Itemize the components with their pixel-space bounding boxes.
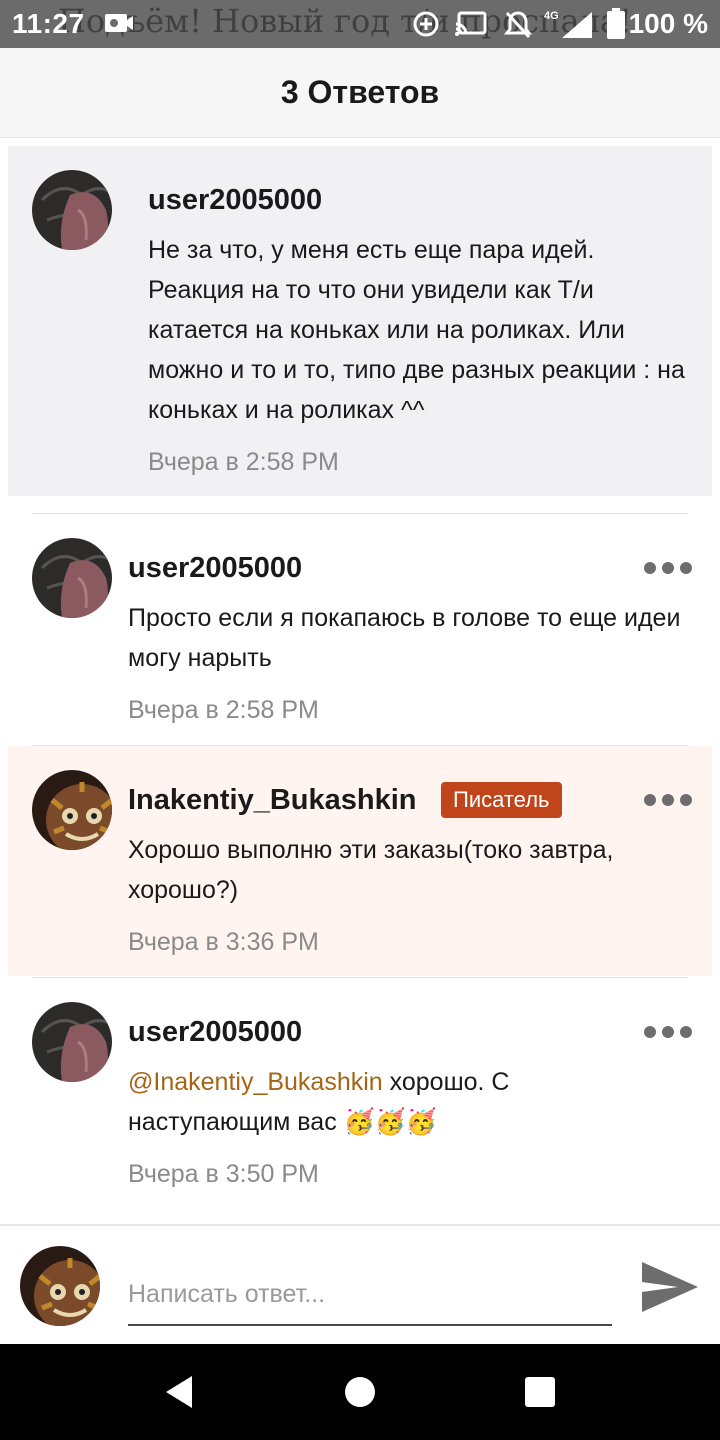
comment-text: @Inakentiy_Bukashkin хорошо. С наступающ…	[128, 1062, 568, 1142]
cast-icon	[455, 11, 487, 36]
video-record-icon	[105, 14, 133, 32]
send-icon[interactable]	[638, 1258, 700, 1316]
recents-icon[interactable]	[520, 1372, 560, 1412]
status-bar: Подъём! Новый год т/и проспала! 11:27 4G…	[0, 0, 720, 48]
signal-icon	[562, 12, 592, 38]
comment-username[interactable]: Inakentiy_Bukashkin	[128, 784, 417, 817]
my-avatar[interactable]	[20, 1246, 100, 1326]
avatar[interactable]	[32, 170, 112, 250]
user-mention-link[interactable]: @Inakentiy_Bukashkin	[128, 1068, 383, 1096]
more-icon[interactable]	[644, 1024, 692, 1040]
author-reply-comment: Inakentiy_Bukashkin Писатель Хорошо выпо…	[8, 746, 712, 976]
replies-header: 3 Ответов	[0, 48, 720, 138]
comment-username[interactable]: user2005000	[128, 1016, 302, 1049]
status-time: 11:27	[12, 8, 85, 39]
reply-bar	[0, 1224, 720, 1344]
reply-comment: user2005000 Просто если я покапаюсь в го…	[8, 514, 712, 744]
more-icon[interactable]	[644, 792, 692, 808]
comment-timestamp: Вчера в 2:58 PM	[128, 696, 319, 724]
writer-badge: Писатель	[441, 782, 562, 818]
more-icon[interactable]	[644, 560, 692, 576]
comment-username[interactable]: user2005000	[128, 552, 302, 585]
reply-comment: user2005000 @Inakentiy_Bukashkin хорошо.…	[8, 978, 712, 1218]
comment-timestamp: Вчера в 3:50 PM	[128, 1160, 319, 1188]
sync-icon	[413, 11, 439, 37]
comment-text: Хорошо выполню эти заказы(токо завтра, х…	[128, 836, 614, 904]
system-nav-bar	[0, 1344, 720, 1440]
avatar[interactable]	[32, 1002, 112, 1082]
reply-input[interactable]	[128, 1264, 612, 1326]
page-title: 3 Ответов	[280, 74, 440, 110]
back-icon[interactable]	[160, 1372, 200, 1412]
home-icon[interactable]	[340, 1372, 380, 1412]
mute-icon	[504, 11, 532, 39]
comment-username[interactable]: user2005000	[148, 184, 322, 217]
battery-icon	[607, 8, 625, 39]
parent-comment: user2005000 Не за что, у меня есть еще п…	[8, 146, 712, 496]
avatar[interactable]	[32, 770, 112, 850]
comment-text: Не за что, у меня есть еще пара идей. Ре…	[148, 236, 685, 424]
comment-timestamp: Вчера в 3:36 PM	[128, 928, 319, 956]
network-type: 4G	[544, 10, 559, 22]
battery-percent: 100 %	[628, 8, 708, 39]
comment-text: Просто если я покапаюсь в голове то еще …	[128, 604, 681, 672]
avatar[interactable]	[32, 538, 112, 618]
comment-timestamp: Вчера в 2:58 PM	[148, 448, 339, 476]
